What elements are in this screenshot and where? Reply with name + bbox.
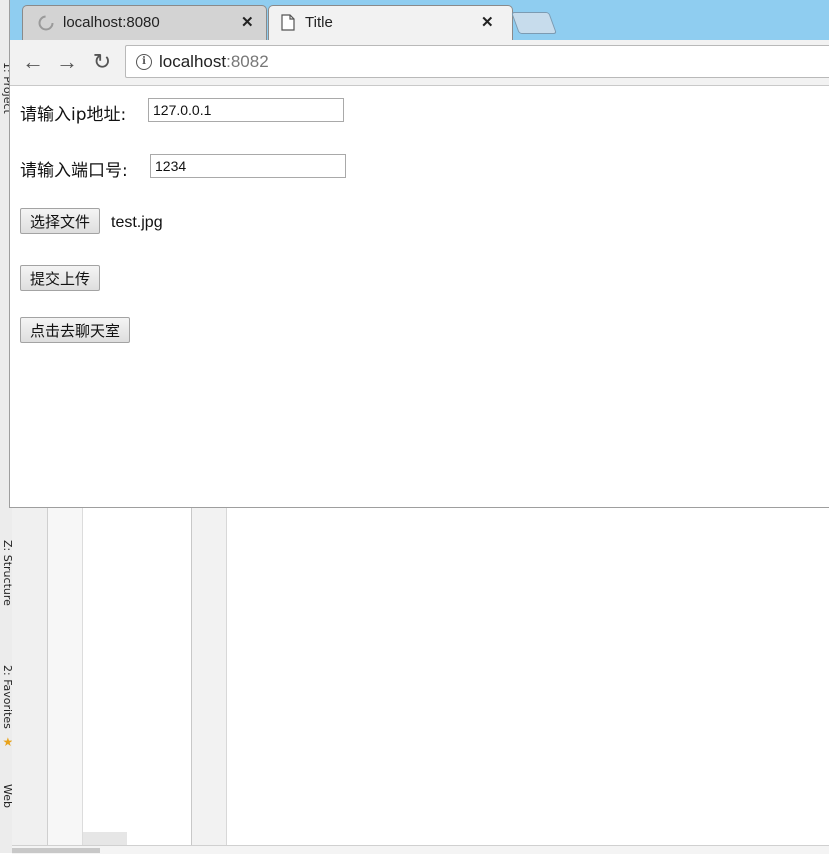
tab-title: Title [305,14,333,31]
editor-gutter-lines [48,508,83,845]
url-text: localhost:8082 [159,52,269,72]
close-icon[interactable]: ✕ [241,13,254,31]
choose-file-button[interactable]: 选择文件 [20,208,101,234]
page-content: 请输入ip地址: 请输入端口号: 选择文件 test.jpg 提交上传 点击去聊… [10,86,829,507]
port-label: 请输入端口号: [20,161,128,181]
tab-strip: localhost:8080 ✕ Title ✕ [10,0,829,40]
port-input[interactable] [150,154,346,178]
document-icon [281,14,295,31]
reload-button[interactable]: ↻ [90,50,114,74]
tab-localhost-8080[interactable]: localhost:8080 ✕ [22,5,267,40]
star-icon: ★ [2,735,14,750]
url-host: localhost [159,52,227,71]
editor-gutter-left [12,508,48,845]
ip-input[interactable] [148,98,344,122]
browser-toolbar: ← → ↻ i localhost:8082 [10,40,829,86]
editor-pane-right[interactable] [227,508,829,845]
editor-pane-left[interactable] [83,508,192,845]
editor-tab-stub [83,832,127,845]
tab-title-page[interactable]: Title ✕ [268,5,513,40]
loading-spinner-icon [38,15,54,31]
tab-title: localhost:8080 [63,14,160,31]
ip-label: 请输入ip地址: [20,105,127,125]
close-icon[interactable]: ✕ [481,13,494,31]
new-tab-button[interactable] [510,12,558,34]
submit-upload-button[interactable]: 提交上传 [20,265,101,291]
back-button[interactable]: ← [21,50,45,74]
scrollbar-thumb[interactable] [12,848,100,853]
browser-window: localhost:8080 ✕ Title ✕ ← → ↻ i localho… [9,0,829,508]
go-to-chatroom-button[interactable]: 点击去聊天室 [20,317,131,343]
selected-file-name: test.jpg [111,214,163,231]
address-bar[interactable]: i localhost:8082 [125,45,829,78]
forward-button[interactable]: → [55,50,79,74]
editor-gutter-right [192,508,227,845]
info-icon[interactable]: i [136,54,152,70]
url-port: :8082 [226,52,269,71]
